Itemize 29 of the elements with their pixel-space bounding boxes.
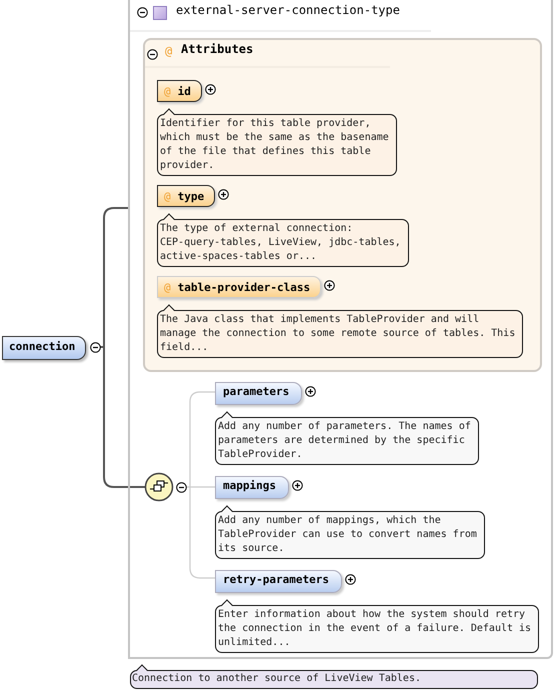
documentation-note: The Java class that implements TableProvider and will manage the connection to some remote source of tables. This field... [157,304,524,358]
documentation-note: The type of external connection: CEP-query-tables, LiveView, jdbc-tables, active-spaces-tables or... [157,213,409,267]
collapse-icon[interactable] [176,482,187,493]
attribute-node[interactable]: @ table-provider-class [157,276,322,298]
attributes-label: Attributes [181,42,254,56]
element-node[interactable]: parameters [215,382,302,405]
attribute-node[interactable]: @ type [157,185,216,207]
sequence-icon[interactable] [144,472,174,502]
element-node[interactable]: mappings [215,476,289,499]
documentation-note: Add any number of parameters. The names of parameters are determined by the specific TableProvider. [215,411,479,465]
type-name: external-server-connection-type [176,3,400,17]
collapse-icon[interactable] [90,342,101,353]
expand-icon[interactable] [324,280,336,291]
collapse-icon[interactable] [147,49,158,60]
expand-icon[interactable] [292,480,303,491]
expand-icon[interactable] [344,574,356,585]
documentation-note: Enter information about how the system should retry the connection in the event of a failure. Default is unlimited... [215,599,540,653]
documentation-note: Identifier for this table provider, which must be the same as the basename of the file that defines this table provider. [157,108,397,176]
collapse-icon[interactable] [137,7,148,18]
attribute-node[interactable]: @ id [157,80,202,102]
documentation-note: Connection to another source of LiveView Tables. [130,664,538,689]
documentation-note: Add any number of mappings, which the TableProvider can use to convert names from its source. [215,505,485,559]
expand-icon[interactable] [305,386,316,397]
element-node[interactable]: retry-parameters [215,570,342,593]
expand-icon[interactable] [204,84,216,95]
element-node[interactable]: connection [2,336,86,360]
attribute-icon: @ [165,44,172,58]
expand-icon[interactable] [218,189,230,200]
complex-type-icon [153,6,167,20]
